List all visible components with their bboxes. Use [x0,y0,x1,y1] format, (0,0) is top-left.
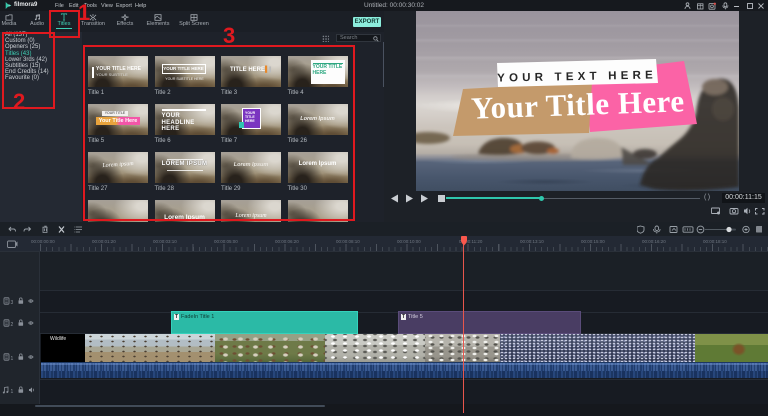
svg-text:1: 1 [11,389,14,394]
svg-text:3: 3 [11,300,14,305]
svg-text:Your Title Here: Your Title Here [470,83,685,125]
svg-text:1: 1 [11,356,14,361]
svg-text:2: 2 [11,322,14,327]
